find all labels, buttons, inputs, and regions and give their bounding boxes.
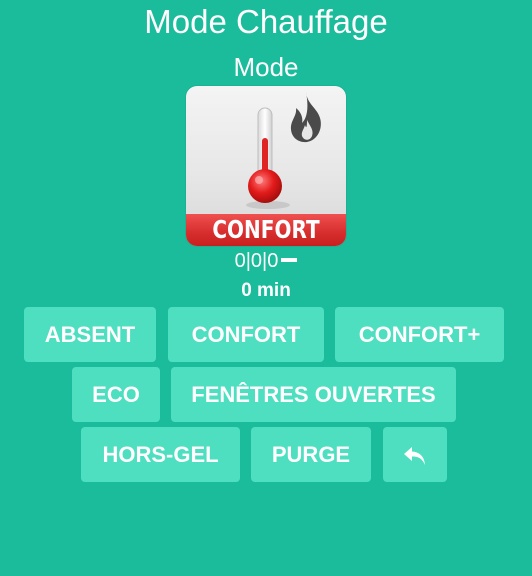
mode-banner-label: CONFORT xyxy=(212,215,320,244)
minus-icon xyxy=(281,257,298,262)
hors-gel-button[interactable]: HORS-GEL xyxy=(81,427,240,482)
absent-button[interactable]: ABSENT xyxy=(24,307,156,362)
counters: 0|0|0 xyxy=(0,249,532,273)
purge-button[interactable]: PURGE xyxy=(251,427,371,482)
eco-button[interactable]: ECO xyxy=(72,367,160,422)
counters-value: 0|0|0 xyxy=(234,250,279,272)
page-title: Mode Chauffage xyxy=(144,3,388,40)
back-button[interactable] xyxy=(383,427,447,482)
undo-arrow-icon xyxy=(404,447,425,466)
mode-label: Mode xyxy=(233,52,299,82)
confort-button[interactable]: CONFORT xyxy=(168,307,324,362)
mode-image: CONFORT xyxy=(186,86,346,246)
thermometer-flame-icon xyxy=(246,92,321,209)
mode-banner: CONFORT xyxy=(186,214,346,246)
duration: 0 min xyxy=(241,280,291,301)
fenetres-ouvertes-button[interactable]: FENÊTRES OUVERTES xyxy=(171,367,456,422)
confort-plus-button[interactable]: CONFORT+ xyxy=(335,307,504,362)
